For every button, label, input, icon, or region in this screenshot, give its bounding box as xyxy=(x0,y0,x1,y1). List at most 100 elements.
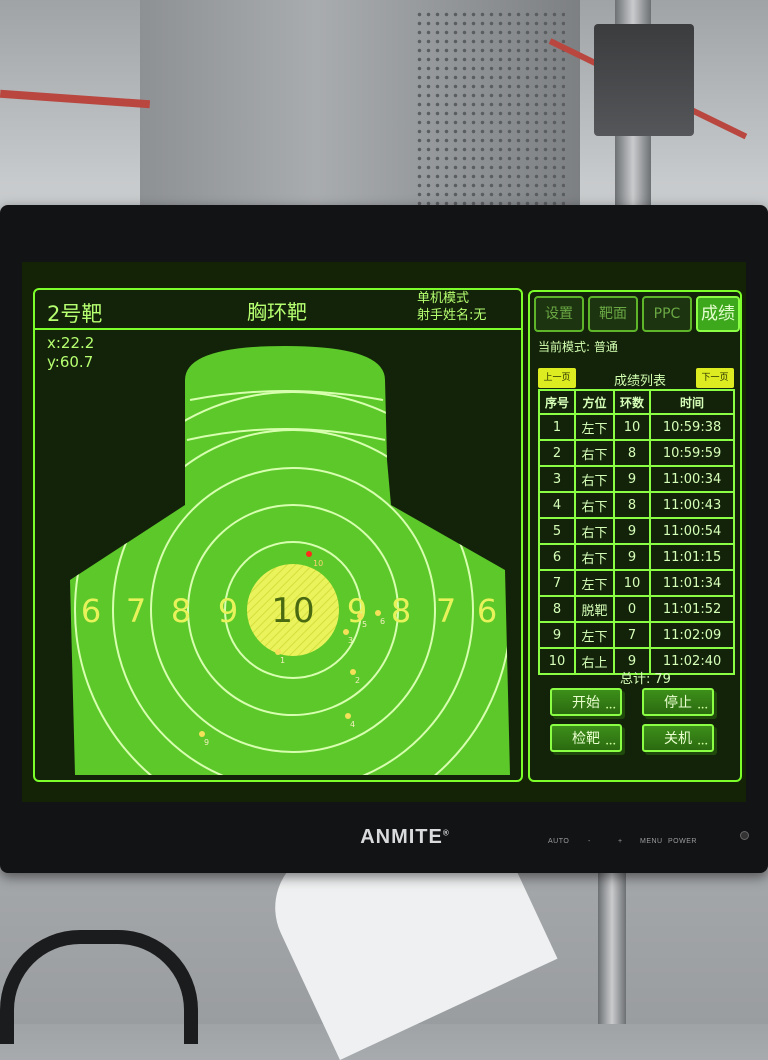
cell-time: 11:02:09 xyxy=(649,621,735,649)
score-table: 序号 方位 环数 时间 1 左下 10 10:59:38 2 右下 8 10:59:59 3 右下… xyxy=(537,389,735,675)
shutdown-label: 关机 xyxy=(664,731,692,747)
minus-button-label[interactable]: - xyxy=(588,838,591,845)
tab-ppc[interactable]: PPC xyxy=(642,296,692,332)
plus-button-label[interactable]: + xyxy=(618,838,623,845)
shot-label: 4 xyxy=(350,720,355,729)
col-direction: 方位 xyxy=(574,389,615,415)
ring-label-center: 10 xyxy=(271,591,314,631)
shot-mark xyxy=(345,713,351,719)
table-row[interactable]: 5 右下 9 11:00:54 xyxy=(537,517,735,545)
table-row[interactable]: 2 右下 8 10:59:59 xyxy=(537,439,735,467)
cell-time: 11:00:54 xyxy=(649,517,735,545)
cell-time: 11:01:15 xyxy=(649,543,735,571)
cell-direction: 左下 xyxy=(574,621,615,649)
shot-label: 6 xyxy=(380,617,385,626)
power-button-label[interactable]: POWER xyxy=(668,838,697,845)
cell-rings: 8 xyxy=(612,439,652,467)
background-machine xyxy=(140,0,580,215)
tab-bar: 设置 靶面 PPC 成绩 xyxy=(534,296,740,332)
shot-mark xyxy=(199,731,205,737)
stop-button[interactable]: 停止 ••• xyxy=(642,688,714,716)
cell-rings: 9 xyxy=(612,517,652,545)
shot-mark xyxy=(350,669,356,675)
shot-label: 1 xyxy=(280,656,285,665)
cell-index: 7 xyxy=(537,569,577,597)
cell-index: 4 xyxy=(537,491,577,519)
ring-label: 6 xyxy=(81,592,101,630)
shot-mark xyxy=(357,613,363,619)
table-row[interactable]: 8 脱靶 0 11:01:52 xyxy=(537,595,735,623)
ring-label: 7 xyxy=(126,592,146,630)
cell-time: 11:01:52 xyxy=(649,595,735,623)
cell-index: 8 xyxy=(537,595,577,623)
stop-label: 停止 xyxy=(664,695,692,711)
cell-direction: 右上 xyxy=(574,647,615,675)
cell-direction: 右下 xyxy=(574,465,615,493)
cell-time: 11:00:34 xyxy=(649,465,735,493)
table-row[interactable]: 6 右下 9 11:01:15 xyxy=(537,543,735,571)
monitor-brand: ANMITE® xyxy=(360,826,450,848)
total-score: 总计: 79 xyxy=(616,668,671,687)
cell-direction: 右下 xyxy=(574,543,615,571)
next-page-button[interactable]: 下一页 xyxy=(696,368,734,388)
mount-bracket xyxy=(594,24,694,136)
shot-label: 2 xyxy=(355,676,360,685)
current-mode: 当前模式: 普通 xyxy=(538,340,618,354)
prev-page-button[interactable]: 上一页 xyxy=(538,368,576,388)
cell-index: 9 xyxy=(537,621,577,649)
col-time: 时间 xyxy=(649,389,735,415)
tab-settings[interactable]: 设置 xyxy=(534,296,584,332)
cell-index: 2 xyxy=(537,439,577,467)
mount-pole xyxy=(598,860,626,1024)
target-panel: 2号靶 胸环靶 单机模式 射手姓名:无 x:22.2 y:60.7 6 7 8 … xyxy=(33,288,523,782)
shot-mark xyxy=(343,629,349,635)
auto-button-label[interactable]: AUTO xyxy=(548,838,569,845)
cell-rings: 9 xyxy=(612,543,652,571)
target-face[interactable]: 6 7 8 9 10 9 8 7 6 12345 69 10 xyxy=(35,290,521,780)
cell-rings: 10 xyxy=(612,569,652,597)
cell-rings: 10 xyxy=(612,413,652,441)
ring-label: 7 xyxy=(436,592,456,630)
total-label: 总计: xyxy=(620,672,651,687)
cell-index: 3 xyxy=(537,465,577,493)
tab-target-face[interactable]: 靶面 xyxy=(588,296,638,332)
ring-label: 8 xyxy=(171,592,191,630)
cell-rings: 7 xyxy=(612,621,652,649)
col-rings: 环数 xyxy=(612,389,652,415)
menu-button-label[interactable]: MENU xyxy=(640,838,663,845)
ring-label: 8 xyxy=(391,592,411,630)
cell-time: 10:59:38 xyxy=(649,413,735,441)
shot-mark xyxy=(375,610,381,616)
check-target-label: 检靶 xyxy=(572,731,600,747)
table-row[interactable]: 3 右下 9 11:00:34 xyxy=(537,465,735,493)
start-label: 开始 xyxy=(572,695,600,711)
cell-direction: 右下 xyxy=(574,439,615,467)
check-target-button[interactable]: 检靶 ••• xyxy=(550,724,622,752)
total-value: 79 xyxy=(654,672,671,687)
cell-time: 11:00:43 xyxy=(649,491,735,519)
cell-time: 10:59:59 xyxy=(649,439,735,467)
perforated-plate xyxy=(415,10,565,205)
start-button[interactable]: 开始 ••• xyxy=(550,688,622,716)
table-row[interactable]: 7 左下 10 11:01:34 xyxy=(537,569,735,597)
score-table-header: 序号 方位 环数 时间 xyxy=(537,389,735,415)
shot-label: 9 xyxy=(204,738,209,747)
background-stripe xyxy=(0,89,151,109)
shot-label: 5 xyxy=(362,620,367,629)
cell-rings: 8 xyxy=(612,491,652,519)
cell-index: 5 xyxy=(537,517,577,545)
touchscreen: 2号靶 胸环靶 单机模式 射手姓名:无 x:22.2 y:60.7 6 7 8 … xyxy=(22,262,746,802)
table-row[interactable]: 4 右下 8 11:00:43 xyxy=(537,491,735,519)
cell-direction: 左下 xyxy=(574,569,615,597)
table-row[interactable]: 9 左下 7 11:02:09 xyxy=(537,621,735,649)
score-list-title: 成绩列表 xyxy=(614,374,667,389)
table-row[interactable]: 1 左下 10 10:59:38 xyxy=(537,413,735,441)
power-led-icon[interactable] xyxy=(740,831,749,840)
cell-direction: 脱靶 xyxy=(574,595,615,623)
tab-scores[interactable]: 成绩 xyxy=(696,296,740,332)
cell-direction: 右下 xyxy=(574,517,615,545)
cell-index: 1 xyxy=(537,413,577,441)
ring-label: 9 xyxy=(218,592,238,630)
shutdown-button[interactable]: 关机 ••• xyxy=(642,724,714,752)
score-panel: 设置 靶面 PPC 成绩 当前模式: 普通 上一页 成绩列表 下一页 序号 方位… xyxy=(528,290,742,782)
